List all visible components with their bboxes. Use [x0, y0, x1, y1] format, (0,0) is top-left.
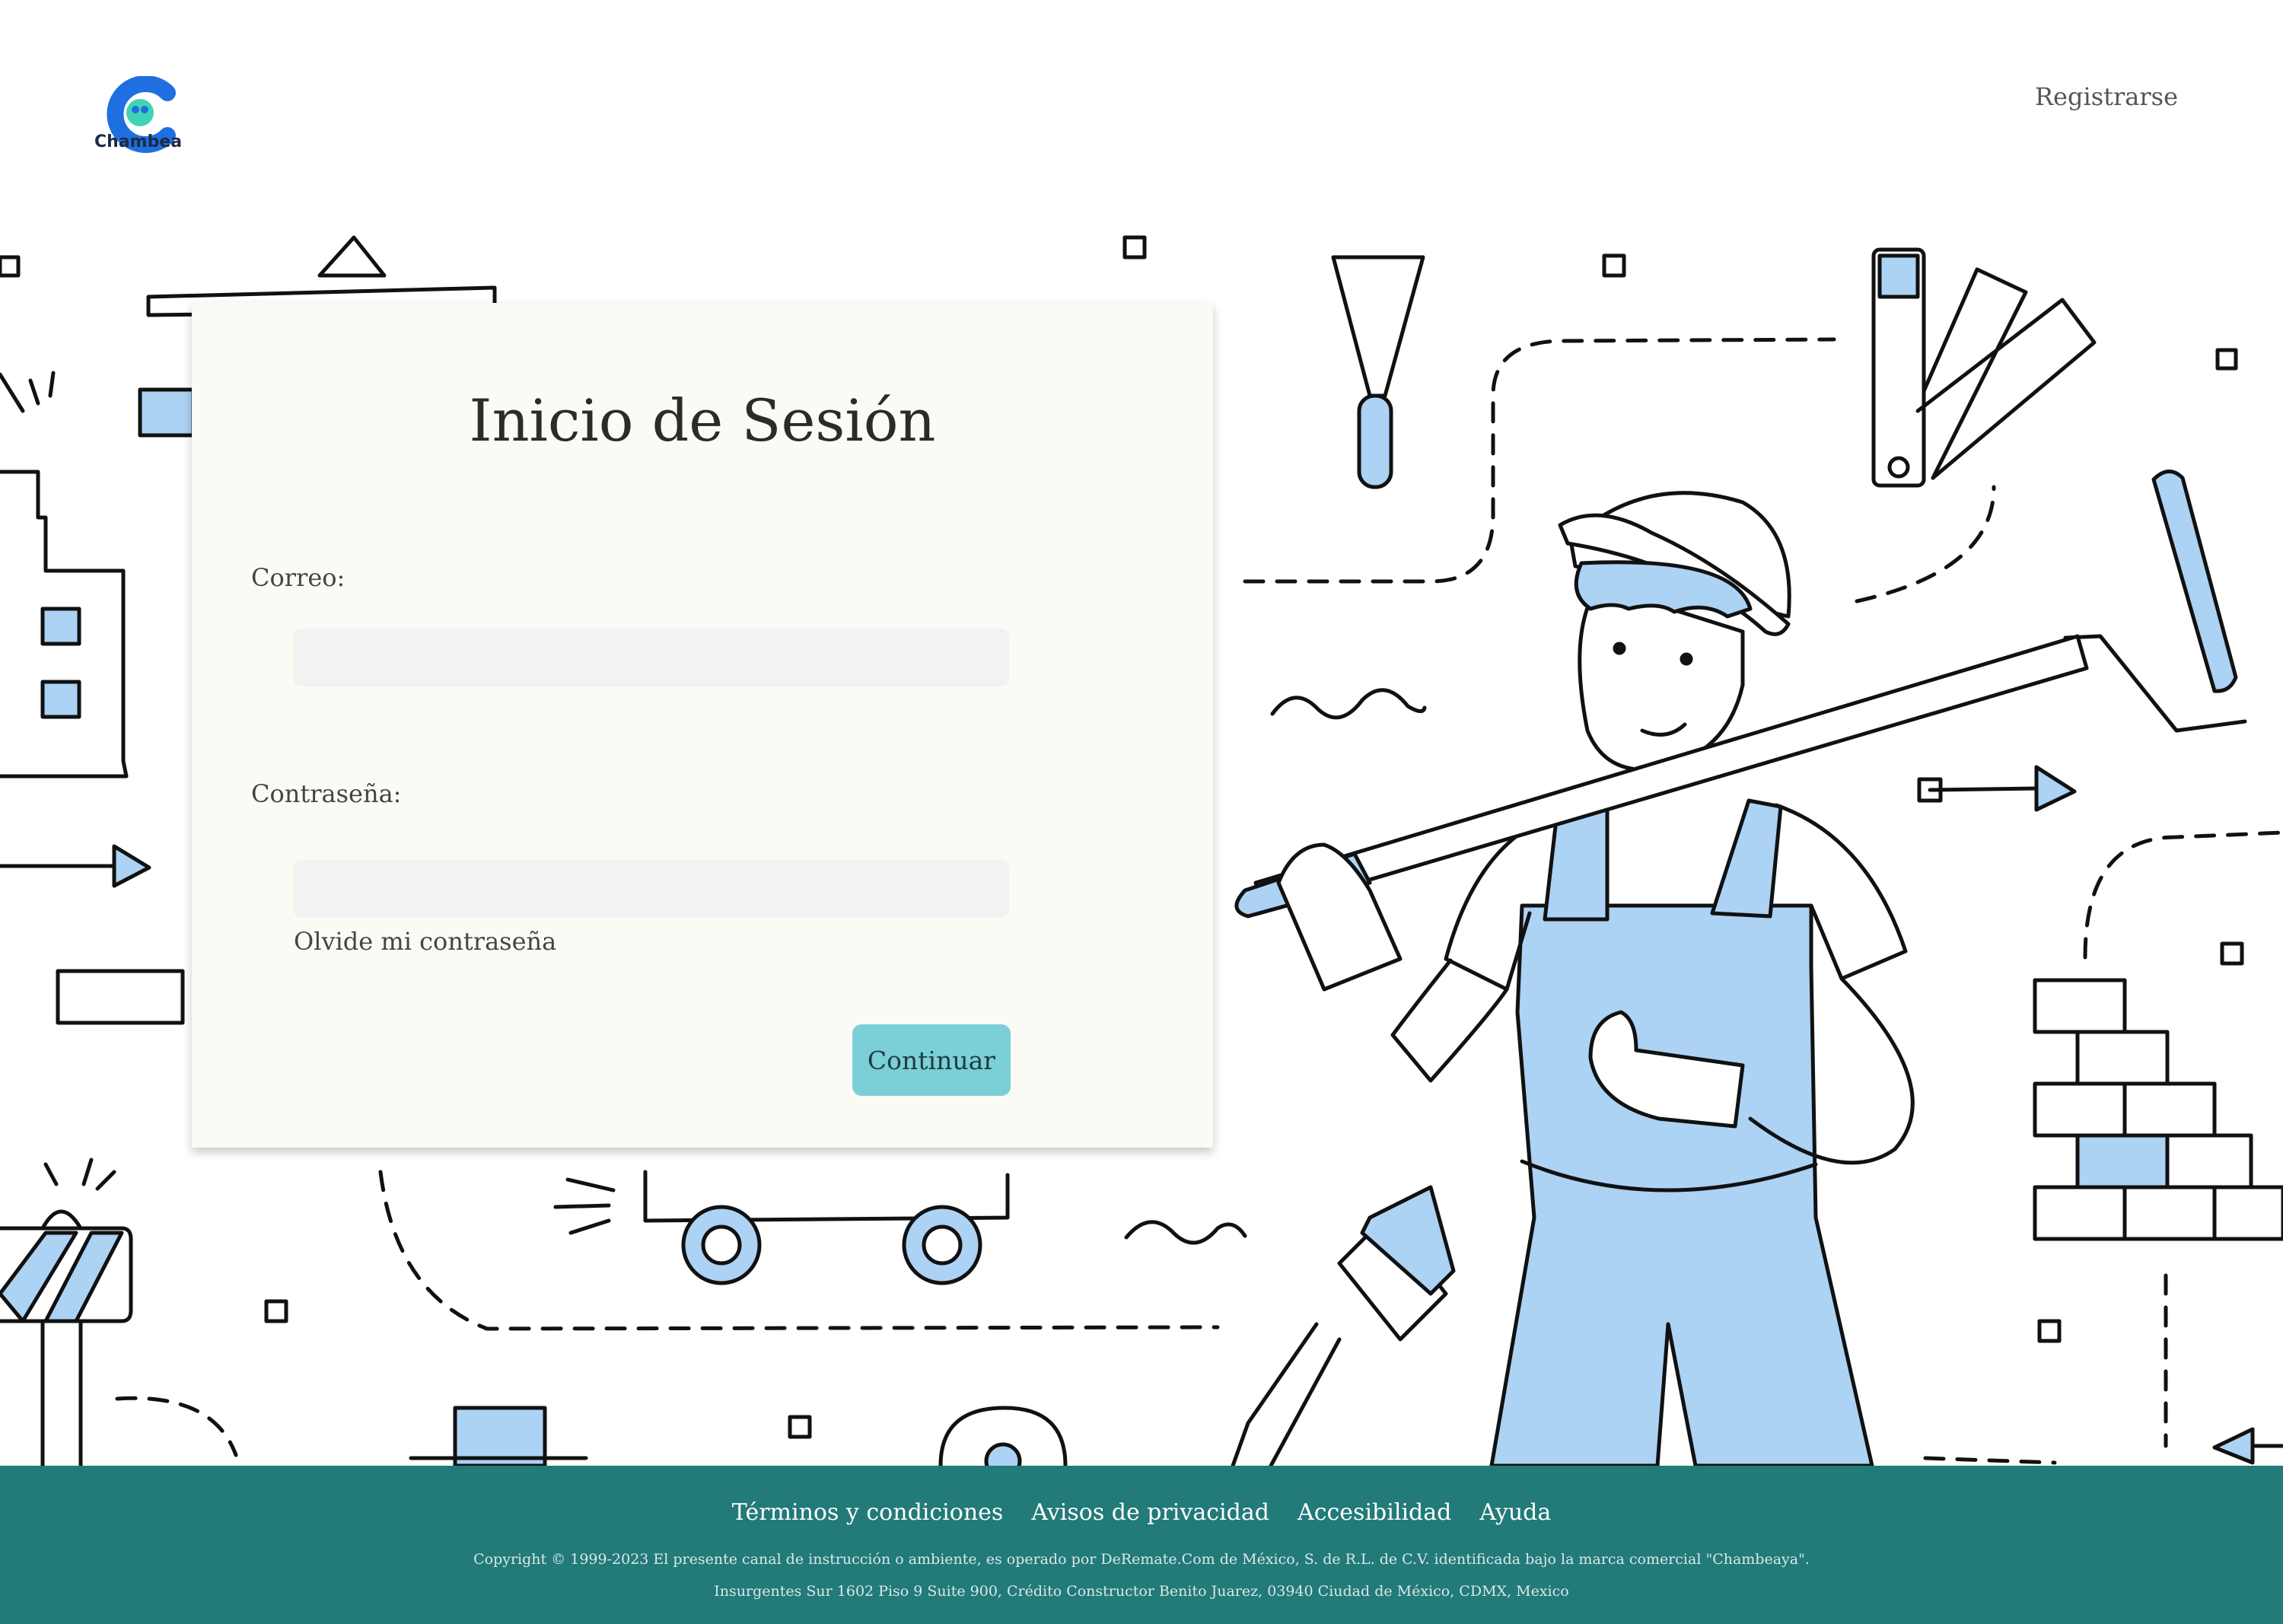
continue-button[interactable]: Continuar — [852, 1024, 1011, 1096]
footer-link-accessibility[interactable]: Accesibilidad — [1298, 1499, 1451, 1526]
doodle-square — [0, 255, 21, 278]
doodle-square — [264, 1299, 288, 1323]
email-label: Correo: — [251, 563, 345, 592]
footer: Términos y condiciones Avisos de privaci… — [0, 1466, 2283, 1624]
register-link[interactable]: Registrarse — [2035, 82, 2178, 111]
email-input[interactable] — [294, 629, 1009, 686]
footer-link-help[interactable]: Ayuda — [1479, 1499, 1551, 1526]
doodle-square — [1122, 235, 1147, 260]
doodle-square — [2037, 1319, 2062, 1343]
doodle-square — [1602, 253, 1626, 278]
address-text: Insurgentes Sur 1602 Piso 9 Suite 900, C… — [714, 1583, 1569, 1600]
password-input[interactable] — [294, 860, 1009, 918]
footer-link-terms[interactable]: Términos y condiciones — [732, 1499, 1004, 1526]
footer-links: Términos y condiciones Avisos de privaci… — [0, 1499, 2283, 1526]
login-title: Inicio de Sesión — [469, 387, 936, 454]
worker-illustration — [1234, 491, 2089, 1468]
doodle-square — [788, 1415, 812, 1439]
footer-link-privacy[interactable]: Avisos de privacidad — [1031, 1499, 1269, 1526]
copyright-text: Copyright © 1999-2023 El presente canal … — [473, 1551, 1810, 1568]
doodle-square — [2220, 941, 2244, 966]
doodle-square — [2215, 348, 2238, 371]
logo-text: Chambea — [94, 132, 183, 151]
login-card: Inicio de Sesión Correo: Contraseña: Olv… — [192, 303, 1213, 1148]
forgot-password-link[interactable]: Olvide mi contraseña — [294, 927, 556, 956]
password-label: Contraseña: — [251, 779, 402, 808]
